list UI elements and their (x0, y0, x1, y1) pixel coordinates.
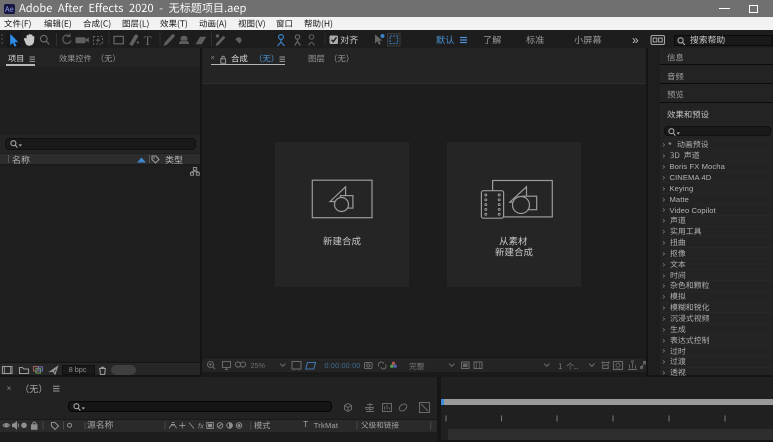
svg-text:T: T (144, 33, 152, 48)
svg-text:fx: fx (198, 422, 204, 431)
